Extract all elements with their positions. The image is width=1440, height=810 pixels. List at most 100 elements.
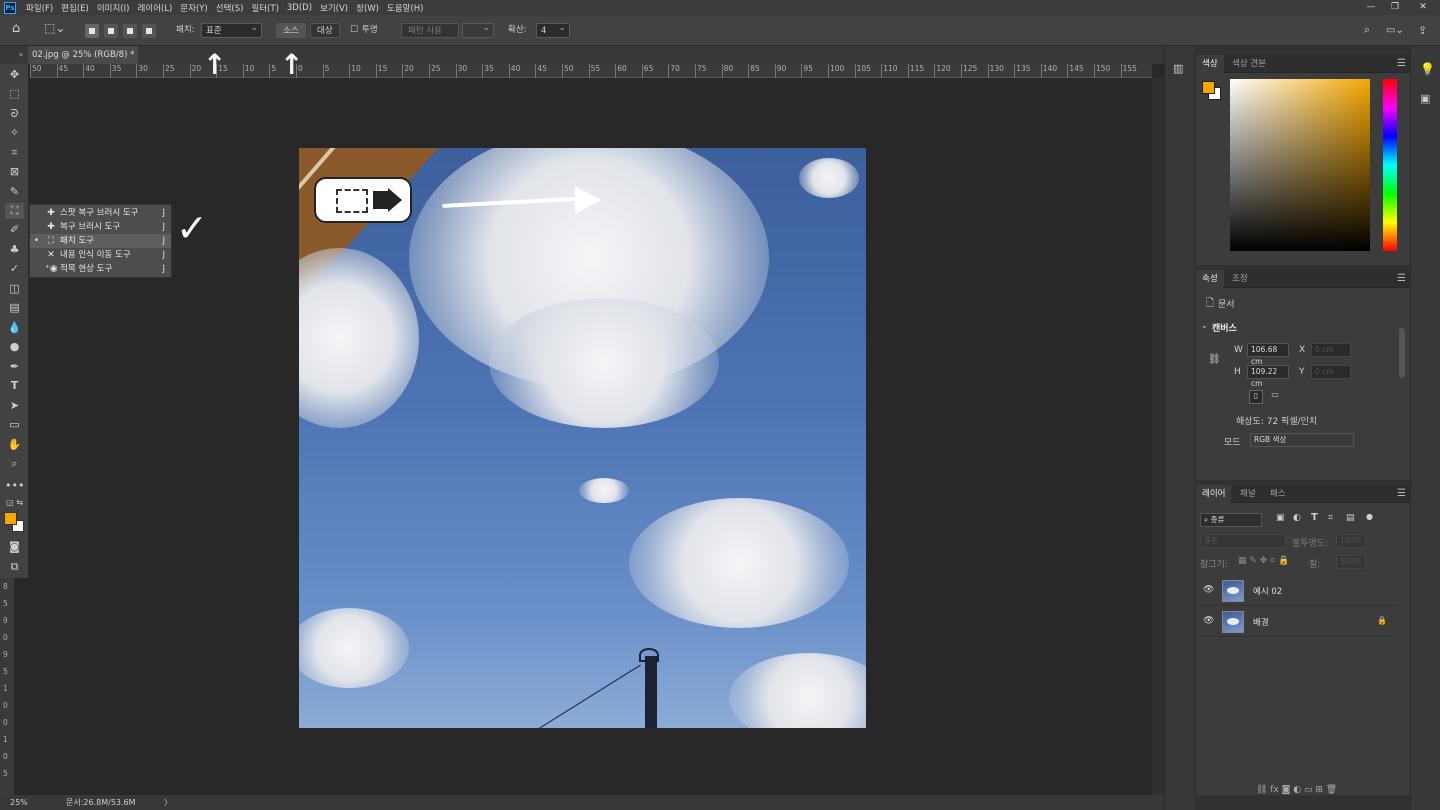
stamp-tool-icon[interactable]: ♣ [5,242,24,258]
filter-toggle-icon[interactable]: ● [1366,512,1373,521]
tab-color[interactable]: 색상 [1196,55,1224,73]
visibility-eye-icon[interactable]: 👁 [1203,616,1214,626]
panel-menu-icon[interactable]: ☰ [1397,488,1406,499]
menu-filter[interactable]: 필터(T) [247,2,282,14]
pen-tool-icon[interactable]: ✒ [5,359,24,375]
more-tools-icon[interactable]: ••• [5,478,24,494]
layer-lock-icon[interactable]: 🔒 [1377,616,1387,625]
x-field[interactable]: 0 cm [1311,343,1351,357]
lock-icons[interactable]: ▦ ✎ ✥ ⌗ 🔒 [1238,556,1289,566]
submenu-item-patch[interactable]: • ⛶ 패치 도구 J [30,234,171,248]
rectangle-tool-icon[interactable]: ▭ [5,417,24,433]
zoom-tool-icon[interactable]: ⌕ [5,456,24,472]
layer-row-example[interactable]: 👁 예시 02 [1197,576,1397,606]
home-icon[interactable]: ⌂ [12,21,20,36]
color-field-picker[interactable] [1230,79,1370,251]
link-dimensions-icon[interactable]: ⛓ [1208,354,1221,365]
diffusion-dropdown[interactable]: 4 [536,21,570,38]
panel-menu-icon[interactable]: ☰ [1397,58,1406,69]
layer-actions[interactable]: ⛓ fx ◙ ◐ ▭ ⊞ 🗑 [1256,785,1337,795]
dodge-tool-icon[interactable]: ● [5,339,24,355]
restore-icon[interactable]: ❐ [1384,0,1406,15]
filter-type-icon[interactable]: T [1311,512,1318,523]
frame-tool-icon[interactable]: ⊠ [5,164,24,180]
foreground-color-swatch[interactable] [4,512,17,525]
target-button[interactable]: 대상 [310,23,340,38]
history-brush-tool-icon[interactable]: ✓ [5,261,24,277]
height-field[interactable]: 109.22 cm [1247,365,1289,388]
tab-paths[interactable]: 패스 [1264,485,1292,503]
tab-layers[interactable]: 레이어 [1196,485,1232,503]
document-image[interactable] [299,148,866,728]
use-pattern-button[interactable]: 패턴 사용 [401,23,459,38]
portrait-orientation-icon[interactable]: ▯ [1249,390,1263,404]
share-icon[interactable]: ⇪ [1418,23,1427,38]
history-panel-icon[interactable]: ▥ [1173,62,1183,75]
submenu-item-spot-healing[interactable]: ✚ 스팟 복구 브러시 도구 J [30,206,171,220]
tab-properties[interactable]: 속성 [1196,270,1224,288]
marquee-tool-icon[interactable]: ⬚ [5,86,24,102]
menu-view[interactable]: 보기(V) [316,2,352,14]
tab-swatches[interactable]: 색상 견본 [1226,55,1272,73]
menu-type[interactable]: 문자(Y) [176,2,211,14]
blend-mode-dropdown[interactable]: 표준 [1200,534,1286,548]
move-tool-icon[interactable]: ✥ [5,67,24,83]
color-panel-foreground-swatch[interactable] [1202,81,1215,94]
gradient-tool-icon[interactable]: ▤ [5,300,24,316]
visibility-eye-icon[interactable]: 👁 [1203,585,1214,595]
layer-filter-dropdown[interactable]: ⌕ 종류 [1200,513,1262,527]
menu-image[interactable]: 이미지(I) [93,2,134,14]
magic-wand-tool-icon[interactable]: ✧ [5,125,24,141]
quick-mask-icon[interactable]: ◙ [5,539,24,555]
chevron-down-icon[interactable]: ⌄ [1201,321,1208,330]
type-tool-icon[interactable]: T [5,378,24,394]
document-tab[interactable]: 02.jpg @ 25% (RGB/8) * × [28,46,138,64]
fill-field[interactable]: 100% [1336,555,1366,569]
submenu-item-red-eye[interactable]: ⁺◉ 적목 현상 도구 J [30,262,171,276]
libraries-icon[interactable]: ▣ [1420,92,1430,105]
hand-tool-icon[interactable]: ✋ [5,437,24,453]
new-selection-icon[interactable] [85,24,99,38]
patch-tool-preset-icon[interactable]: ⬚⌄ [44,21,65,36]
menu-edit[interactable]: 편집(E) [57,2,93,14]
collapse-toolbar-icon[interactable]: » [14,46,28,64]
landscape-orientation-icon[interactable]: ▭ [1268,390,1282,404]
brush-tool-icon[interactable]: ✐ [5,222,24,238]
lasso-tool-icon[interactable]: ᘐ [5,106,24,122]
filter-adjustment-icon[interactable]: ◐ [1293,513,1301,523]
vertical-scrollbar[interactable] [1152,78,1164,795]
panel-menu-icon[interactable]: ☰ [1397,273,1406,284]
search-icon[interactable]: ⌕ [1364,22,1370,37]
submenu-item-healing-brush[interactable]: ✚ 복구 브러시 도구 J [30,220,171,234]
close-window-icon[interactable]: ✕ [1412,0,1434,15]
zoom-level[interactable]: 25% [10,795,28,810]
screen-mode-icon[interactable]: ⧉ [5,559,24,575]
source-button[interactable]: 소스 [276,23,306,38]
subtract-selection-icon[interactable] [123,24,137,38]
width-field[interactable]: 106.68 cm [1247,343,1289,366]
patch-mode-dropdown[interactable]: 표준 [201,21,262,38]
menu-3d[interactable]: 3D(D) [283,3,316,13]
intersect-selection-icon[interactable] [142,24,156,38]
filter-pixel-icon[interactable]: ▣ [1276,513,1285,523]
tab-channels[interactable]: 채널 [1234,485,1262,503]
swap-colors-icon[interactable]: ◲ ⇆ [5,495,24,511]
status-menu-arrow-icon[interactable]: 〉 [164,795,172,810]
crop-tool-icon[interactable]: ⌗ [5,145,24,161]
path-select-tool-icon[interactable]: ➤ [5,398,24,414]
eraser-tool-icon[interactable]: ◫ [5,281,24,297]
mode-dropdown[interactable]: RGB 색상 [1250,433,1354,447]
properties-scrollbar[interactable] [1399,328,1405,378]
menu-help[interactable]: 도움말(H) [383,2,427,14]
hue-slider[interactable] [1383,79,1397,251]
lightbulb-icon[interactable]: 💡 [1420,62,1435,76]
menu-window[interactable]: 창(W) [352,2,383,14]
y-field[interactable]: 0 cm [1311,365,1351,379]
menu-select[interactable]: 선택(S) [212,2,248,14]
menu-file[interactable]: 파일(F) [22,2,57,14]
layer-row-background[interactable]: 👁 배경 🔒 [1197,607,1397,637]
blur-tool-icon[interactable]: 💧 [5,320,24,336]
add-selection-icon[interactable] [104,24,118,38]
menu-layer[interactable]: 레이어(L) [133,2,176,14]
pattern-picker-dropdown[interactable] [462,21,494,38]
